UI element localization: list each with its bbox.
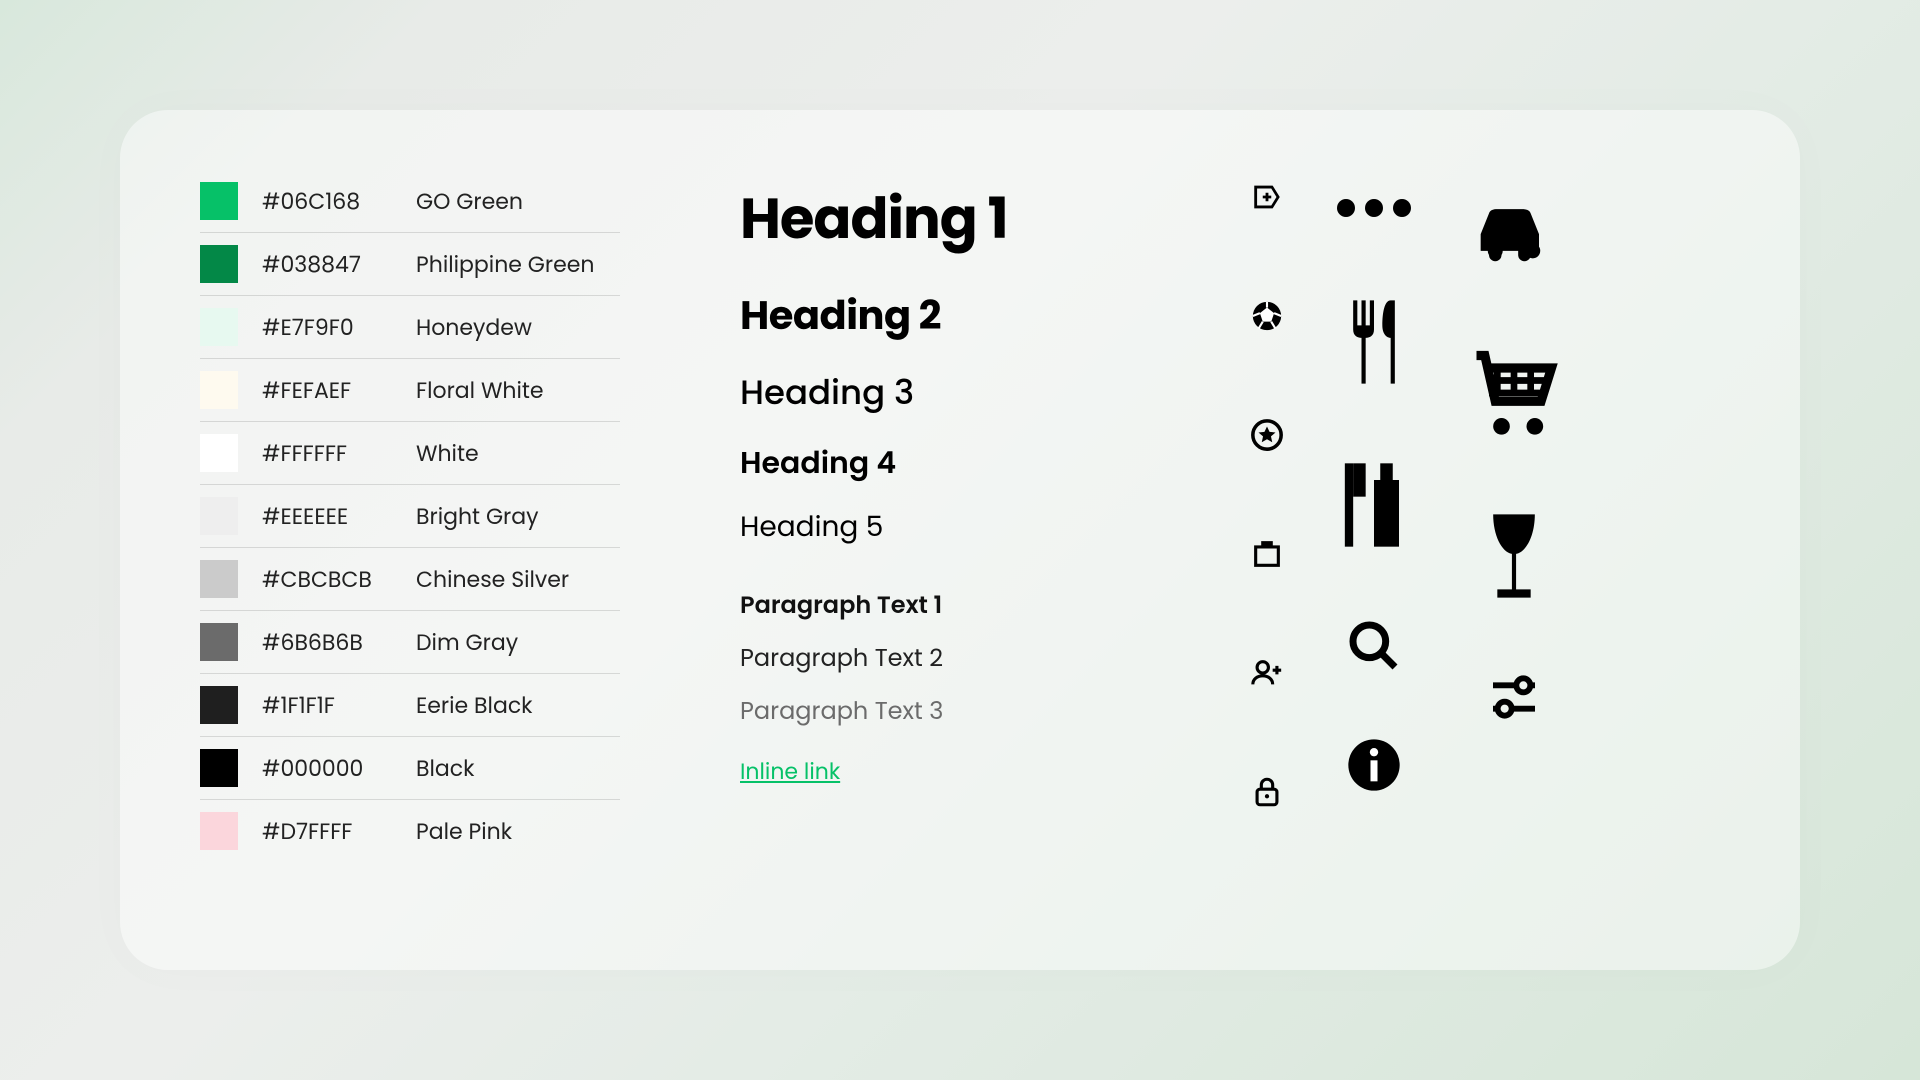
paragraph-3: Paragraph Text 3: [740, 694, 1130, 729]
swatch-hex: #FEFAEF: [262, 374, 392, 407]
shopping-cart-icon: [1464, 343, 1564, 450]
swatch-row: #FFFFFF White: [200, 422, 620, 485]
swatch-hex: #6B6B6B: [262, 626, 392, 659]
swatch-box: [200, 812, 238, 850]
color-palette: #06C168 GO Green #038847 Philippine Green #E…: [200, 170, 620, 910]
swatch-box: [200, 371, 238, 409]
soccer-ball-icon: [1250, 299, 1284, 340]
heading-5: Heading 5: [740, 506, 1130, 548]
wine-glass-icon: [1464, 506, 1564, 613]
swatch-box: [200, 182, 238, 220]
heading-3: Heading 3: [740, 367, 1130, 418]
swatch-name: Pale Pink: [416, 815, 512, 848]
swatch-hex: #CBCBCB: [262, 563, 392, 596]
swatch-name: White: [416, 437, 479, 470]
swatch-row: #FEFAEF Floral White: [200, 359, 620, 422]
heading-1: Heading 1: [740, 176, 1130, 261]
swatch-box: [200, 560, 238, 598]
swatch-name: Floral White: [416, 374, 544, 407]
fork-knife-icon: [1324, 292, 1424, 399]
tag-icon: [1250, 180, 1284, 221]
swatch-hex: #06C168: [262, 185, 392, 218]
swatch-row: #06C168 GO Green: [200, 170, 620, 233]
swatch-row: #000000 Black: [200, 737, 620, 800]
swatch-hex: #000000: [262, 752, 392, 785]
icon-column-small: [1250, 180, 1284, 910]
swatch-name: Eerie Black: [416, 689, 533, 722]
swatch-box: [200, 308, 238, 346]
swatch-row: #038847 Philippine Green: [200, 233, 620, 296]
paragraph-2: Paragraph Text 2: [740, 641, 1130, 676]
add-user-icon: [1250, 656, 1284, 697]
swatch-hex: #E7F9F0: [262, 311, 392, 344]
swatch-box: [200, 497, 238, 535]
heading-4: Heading 4: [740, 440, 1130, 486]
swatch-name: Honeydew: [416, 311, 532, 344]
swatch-row: #E7F9F0 Honeydew: [200, 296, 620, 359]
style-guide-card: #06C168 GO Green #038847 Philippine Green #E…: [120, 110, 1800, 970]
lock-icon: [1250, 775, 1284, 816]
swatch-box: [200, 434, 238, 472]
swatch-name: Bright Gray: [416, 500, 539, 533]
swatch-name: Chinese Silver: [416, 563, 569, 596]
paragraph-1: Paragraph Text 1: [740, 588, 1130, 623]
settings-sliders-icon: [1486, 669, 1542, 732]
icon-column-large: [1464, 180, 1564, 910]
star-circle-icon: [1250, 418, 1284, 459]
swatch-row: #D7FFFF Pale Pink: [200, 800, 620, 862]
swatch-hex: #038847: [262, 248, 392, 281]
toothbrush-toothpaste-icon: [1324, 455, 1424, 562]
swatch-box: [200, 749, 238, 787]
swatch-row: #CBCBCB Chinese Silver: [200, 548, 620, 611]
swatch-hex: #FFFFFF: [262, 437, 392, 470]
swatch-name: GO Green: [416, 185, 523, 218]
typography-section: Heading 1 Heading 2 Heading 3 Heading 4 …: [740, 170, 1130, 910]
swatch-box: [200, 623, 238, 661]
info-icon: [1346, 737, 1402, 800]
icon-section: [1250, 170, 1720, 910]
swatch-name: Black: [416, 752, 474, 785]
swatch-name: Dim Gray: [416, 626, 518, 659]
swatch-row: #6B6B6B Dim Gray: [200, 611, 620, 674]
swatch-name: Philippine Green: [416, 248, 595, 281]
swatch-hex: #EEEEEE: [262, 500, 392, 533]
search-icon: [1346, 618, 1402, 681]
swatch-box: [200, 686, 238, 724]
briefcase-icon: [1250, 537, 1284, 578]
inline-link[interactable]: Inline link: [740, 756, 840, 787]
swatch-row: #EEEEEE Bright Gray: [200, 485, 620, 548]
car-icon: [1464, 180, 1564, 287]
icon-column-mid: [1324, 180, 1424, 910]
swatch-box: [200, 245, 238, 283]
swatch-hex: #1F1F1F: [262, 689, 392, 722]
swatch-row: #1F1F1F Eerie Black: [200, 674, 620, 737]
heading-2: Heading 2: [740, 285, 1130, 345]
swatch-hex: #D7FFFF: [262, 815, 392, 848]
more-dots-icon: [1337, 180, 1411, 236]
